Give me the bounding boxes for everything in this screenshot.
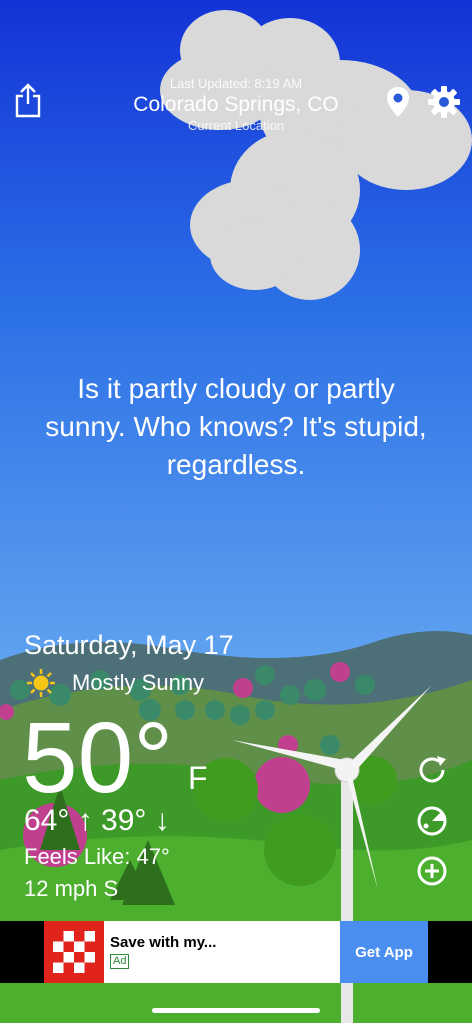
radar-icon[interactable] <box>414 803 450 839</box>
checkerboard-logo-icon <box>44 921 104 983</box>
location-header: Last Updated: 8:19 AM Colorado Springs, … <box>0 76 472 133</box>
home-indicator[interactable] <box>152 1008 320 1013</box>
feels-like: Feels Like: 47° <box>24 844 170 869</box>
ad-banner[interactable]: Save with my... Ad Get App <box>0 921 472 983</box>
ad-content[interactable]: Save with my... Ad Get App <box>44 921 428 983</box>
current-location-label: Current Location <box>187 118 285 133</box>
sun-icon <box>26 668 56 698</box>
get-app-button[interactable]: Get App <box>340 921 428 983</box>
ad-badge: Ad <box>110 954 130 969</box>
last-updated: Last Updated: 8:19 AM <box>169 76 303 91</box>
city-name[interactable]: Colorado Springs, CO <box>0 93 472 117</box>
high-low-temperature: 64° ↑ 39° ↓ <box>24 804 170 837</box>
weather-quote: Is it partly cloudy or partly sunny. Who… <box>45 373 427 480</box>
add-location-icon[interactable] <box>414 853 450 889</box>
wind-speed: 12 mph S <box>24 876 119 901</box>
ad-title[interactable]: Save with my... <box>110 934 216 951</box>
refresh-icon[interactable] <box>414 752 450 788</box>
weather-date: Saturday, May 17 <box>24 630 234 660</box>
weather-condition: Mostly Sunny <box>72 670 205 695</box>
temperature-unit[interactable]: F <box>188 760 208 797</box>
cloud-illustration <box>150 0 472 310</box>
current-temperature: 50° <box>22 702 174 814</box>
